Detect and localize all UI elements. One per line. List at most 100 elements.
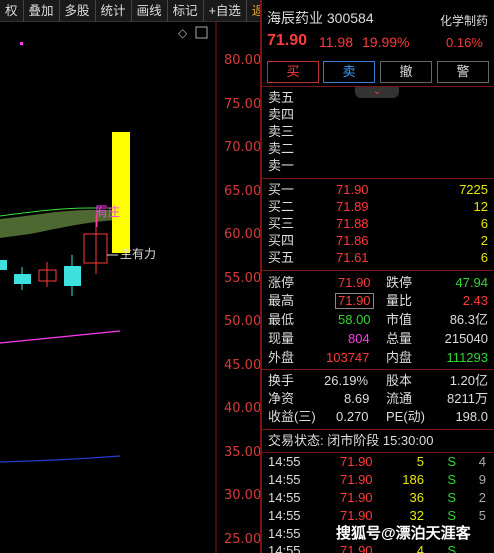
tick-time: 14:55: [268, 490, 301, 505]
tick-side: S: [447, 490, 456, 505]
panel-divider: [260, 0, 262, 553]
stat-label: 净资: [268, 391, 295, 406]
y-tick: 40.00: [224, 401, 262, 416]
bid-row[interactable]: 买四 71.86 2: [268, 233, 490, 249]
bid-price: 71.90: [336, 182, 369, 197]
separator: [262, 369, 494, 370]
stat-high: 71.90: [335, 293, 374, 309]
stat-net-assets: 8.69: [344, 391, 370, 406]
stock-code: 300584: [326, 10, 374, 26]
tick-side: S: [447, 543, 456, 553]
bid-row[interactable]: 买三 71.88 6: [268, 216, 490, 232]
y-tick: 75.00: [224, 97, 262, 112]
y-tick: 60.00: [224, 227, 262, 242]
separator: [262, 452, 494, 453]
stat-pe: 198.0: [455, 409, 488, 424]
stat-label: 涨停: [268, 275, 295, 290]
tick-price: 71.90: [340, 490, 373, 505]
cancel-order-button[interactable]: 撤: [380, 61, 432, 83]
tick-row: 14:55 71.90 5 S 4: [268, 454, 490, 470]
toolbar-item-quan[interactable]: 权: [0, 0, 24, 22]
bid-volume: 12: [473, 199, 488, 214]
tick-volume: 5: [416, 454, 424, 469]
bid-price: 71.61: [336, 250, 369, 265]
separator: [262, 86, 494, 87]
bid-price: 71.86: [336, 233, 369, 248]
tick-side: S: [447, 472, 456, 487]
kline-svg: ◇ 有庄 主有力: [0, 22, 217, 553]
bid-volume: 7225: [459, 182, 488, 197]
tick-volume: 4: [416, 543, 424, 553]
tick-row: 14:55 71.90 36 S 2: [268, 490, 490, 506]
stat-label: 内盘: [386, 350, 413, 365]
bid-label: 买二: [268, 199, 295, 214]
limit-up-candle: [112, 132, 130, 253]
marker-dot: [20, 42, 23, 45]
sector-name[interactable]: 化学制药: [440, 12, 488, 29]
stat-eps: 0.270: [336, 409, 369, 424]
alert-button[interactable]: 警: [437, 61, 489, 83]
separator: [262, 270, 494, 271]
bid-label: 买三: [268, 216, 295, 231]
sell-button[interactable]: 卖: [323, 61, 375, 83]
stat-current-volume: 804: [348, 331, 370, 346]
bid-price: 71.88: [336, 216, 369, 231]
stat-label: 最低: [268, 312, 295, 327]
toolbar-item-draw[interactable]: 画线: [132, 0, 168, 22]
y-tick: 55.00: [224, 271, 262, 286]
y-tick: 80.00: [224, 53, 262, 68]
diamond-icon[interactable]: ◇: [178, 26, 188, 40]
y-tick: 35.00: [224, 445, 262, 460]
stat-label: PE(动): [386, 409, 426, 424]
toolbar-item-stats[interactable]: 统计: [96, 0, 132, 22]
annotation-top: 有庄: [96, 204, 120, 219]
toolbar-item-add-watch[interactable]: +自选: [204, 0, 247, 22]
ask-label: 卖三: [268, 124, 295, 139]
tick-time: 14:55: [268, 543, 301, 553]
tick-count: 9: [478, 472, 486, 487]
stat-limit-down: 47.94: [455, 275, 488, 290]
stat-label: 收益(三): [268, 409, 316, 424]
candle: [14, 274, 31, 284]
stat-mcap: 86.3亿: [449, 312, 488, 327]
bid-label: 买五: [268, 250, 295, 265]
price-change-pct: 19.99%: [362, 34, 410, 50]
candle: [0, 260, 7, 270]
tick-price: 71.90: [340, 543, 373, 553]
stat-inner: 111293: [446, 350, 488, 365]
toolbar-item-mark[interactable]: 标记: [168, 0, 204, 22]
tick-time: 14:55: [268, 454, 301, 469]
bid-volume: 2: [480, 233, 488, 248]
watermark: 搜狐号@漂泊天涯客: [336, 525, 471, 542]
bid-volume: 6: [480, 250, 488, 265]
stat-label: 外盘: [268, 350, 295, 365]
y-tick: 25.00: [224, 532, 262, 547]
y-tick: 45.00: [224, 358, 262, 373]
tick-count: 5: [478, 508, 486, 523]
ask-label: 卖四: [268, 107, 295, 122]
sector-change-pct: 0.16%: [446, 35, 483, 50]
stat-vol-ratio: 2.43: [462, 293, 488, 308]
buy-button[interactable]: 买: [267, 61, 319, 83]
trade-status: 交易状态: 闭市阶段 15:30:00: [268, 433, 434, 448]
y-tick: 70.00: [224, 140, 262, 155]
price-change: 11.98: [319, 34, 353, 50]
stat-label: 总量: [386, 331, 413, 346]
kline-chart[interactable]: ◇ 有庄 主有力 80.00 75.00 70.00 65.00 60.00 5…: [0, 22, 262, 553]
square-icon[interactable]: [195, 26, 208, 39]
stat-label: 现量: [268, 331, 295, 346]
y-tick: 30.00: [224, 488, 262, 503]
bid-row[interactable]: 买二 71.89 12: [268, 199, 490, 215]
bid-row[interactable]: 买五 71.61 6: [268, 250, 490, 266]
separator: [262, 178, 494, 179]
stat-turnover: 26.19%: [324, 373, 369, 388]
stat-float: 8211万: [447, 391, 488, 406]
stat-limit-up: 71.90: [338, 275, 371, 290]
bid-label: 买四: [268, 233, 295, 248]
toolbar-item-multi[interactable]: 多股: [60, 0, 96, 22]
toolbar-item-overlay[interactable]: 叠加: [24, 0, 60, 22]
bid-row[interactable]: 买一 71.90 7225: [268, 182, 490, 198]
stat-label: 换手: [268, 373, 295, 388]
tick-count: 4: [478, 454, 486, 469]
stat-label: 股本: [386, 373, 413, 388]
